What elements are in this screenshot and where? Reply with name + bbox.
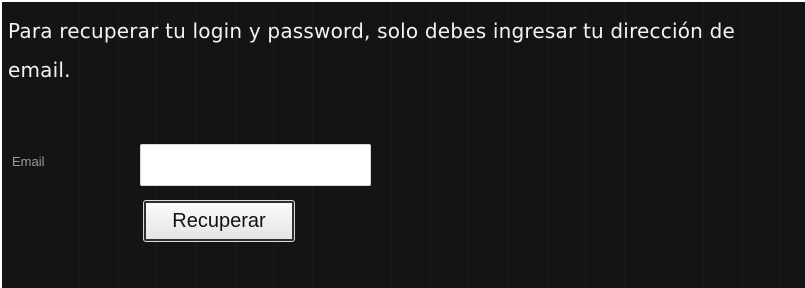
email-label: Email [12,154,45,169]
recover-button[interactable]: Recuperar [143,200,295,242]
email-input[interactable] [140,144,371,186]
password-recovery-panel: Para recuperar tu login y password, solo… [2,2,805,288]
instructions-text: Para recuperar tu login y password, solo… [8,19,735,82]
